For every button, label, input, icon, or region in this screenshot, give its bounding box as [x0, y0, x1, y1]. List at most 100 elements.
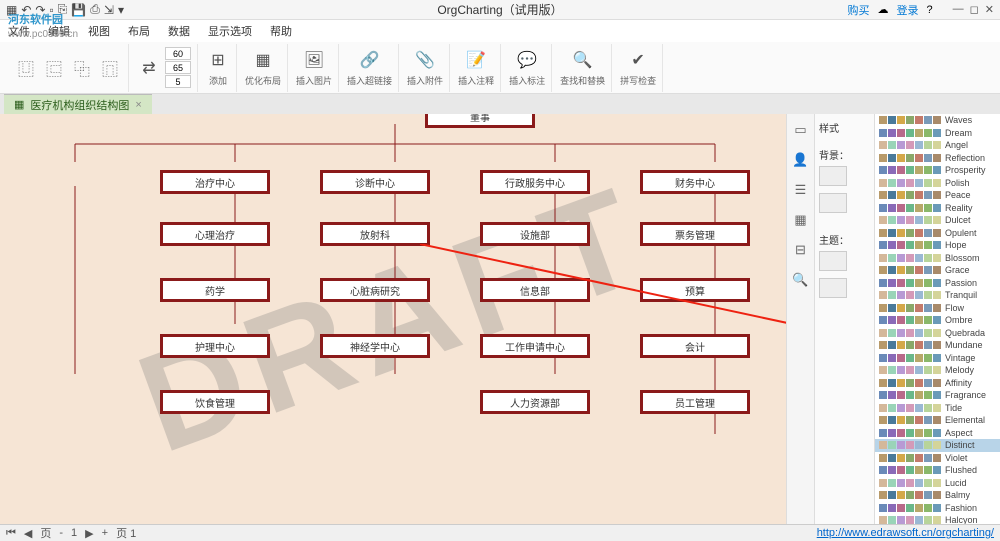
- theme-row[interactable]: Tide: [875, 402, 1000, 415]
- menu-display[interactable]: 显示选项: [208, 23, 252, 39]
- theme-thumb-2[interactable]: [819, 278, 847, 298]
- insert-pic-icon[interactable]: 🖼: [302, 48, 326, 72]
- login-link[interactable]: 登录: [897, 2, 919, 18]
- print-icon[interactable]: ⎙: [90, 2, 100, 17]
- redo-icon[interactable]: ↷: [35, 3, 45, 17]
- card-icon[interactable]: ▭: [791, 120, 811, 140]
- theme-row[interactable]: Passion: [875, 277, 1000, 290]
- close-icon[interactable]: ✕: [985, 3, 994, 16]
- theme-row[interactable]: Flushed: [875, 464, 1000, 477]
- theme-row[interactable]: Dream: [875, 127, 1000, 140]
- footer-link[interactable]: http://www.edrawsoft.cn/orgcharting/: [817, 527, 994, 539]
- more-icon[interactable]: ▾: [118, 3, 124, 17]
- theme-row[interactable]: Peace: [875, 189, 1000, 202]
- layout-tree-icon[interactable]: ⿶: [14, 56, 38, 80]
- org-node[interactable]: 信息部: [480, 278, 590, 302]
- theme-row[interactable]: Violet: [875, 452, 1000, 465]
- tab-close-icon[interactable]: ×: [135, 99, 141, 111]
- tree-icon[interactable]: ⊟: [791, 240, 811, 260]
- org-node[interactable]: 工作申请中心: [480, 334, 590, 358]
- theme-row[interactable]: Balmy: [875, 489, 1000, 502]
- spacing-h[interactable]: [165, 61, 191, 74]
- theme-row[interactable]: Waves: [875, 114, 1000, 127]
- person-icon[interactable]: 👤: [791, 150, 811, 170]
- org-node[interactable]: 票务管理: [640, 222, 750, 246]
- save-icon[interactable]: 💾: [71, 3, 86, 17]
- theme-row[interactable]: Fragrance: [875, 389, 1000, 402]
- document-tab[interactable]: ▦ 医疗机构组织结构图 ×: [4, 94, 152, 115]
- list-icon[interactable]: ☰: [791, 180, 811, 200]
- theme-row[interactable]: Reality: [875, 202, 1000, 215]
- bg-thumb-2[interactable]: [819, 193, 847, 213]
- spacing-w[interactable]: [165, 47, 191, 60]
- theme-row[interactable]: Polish: [875, 177, 1000, 190]
- org-node[interactable]: 行政服务中心: [480, 170, 590, 194]
- theme-row[interactable]: Prosperity: [875, 164, 1000, 177]
- theme-row[interactable]: Reflection: [875, 152, 1000, 165]
- canvas[interactable]: DRAFT 董事治疗中心心理治疗药学护理中心饮食管理诊断中心放射科心脏病研究神经…: [0, 114, 786, 524]
- org-node[interactable]: 护理中心: [160, 334, 270, 358]
- hyperlink-icon[interactable]: 🔗: [358, 48, 382, 72]
- export-icon[interactable]: ⇲: [104, 3, 114, 17]
- theme-row[interactable]: Ombre: [875, 314, 1000, 327]
- org-node[interactable]: 员工管理: [640, 390, 750, 414]
- help-icon[interactable]: ?: [927, 4, 933, 16]
- theme-row[interactable]: Distinct: [875, 439, 1000, 452]
- org-node[interactable]: 会计: [640, 334, 750, 358]
- theme-row[interactable]: Halcyon: [875, 514, 1000, 524]
- org-node[interactable]: 诊断中心: [320, 170, 430, 194]
- open-icon[interactable]: ⎘: [58, 2, 68, 17]
- spacing-icon[interactable]: ⇄: [137, 56, 161, 80]
- spacing-gap[interactable]: [165, 75, 191, 88]
- org-node[interactable]: 心理治疗: [160, 222, 270, 246]
- menu-file[interactable]: 文件: [8, 23, 30, 39]
- page-next-icon[interactable]: ▶: [85, 527, 93, 540]
- menu-view[interactable]: 视图: [88, 23, 110, 39]
- theme-row[interactable]: Elemental: [875, 414, 1000, 427]
- theme-row[interactable]: Aspect: [875, 427, 1000, 440]
- cloud-icon[interactable]: ☁: [878, 3, 889, 16]
- theme-row[interactable]: Mundane: [875, 339, 1000, 352]
- comment-icon[interactable]: 💬: [515, 48, 539, 72]
- org-node[interactable]: 预算: [640, 278, 750, 302]
- page-prev-icon[interactable]: ◀: [24, 527, 32, 540]
- search-side-icon[interactable]: 🔍: [791, 270, 811, 290]
- theme-row[interactable]: Flow: [875, 302, 1000, 315]
- org-node[interactable]: 治疗中心: [160, 170, 270, 194]
- optimize-icon[interactable]: ▦: [251, 48, 275, 72]
- org-node[interactable]: 神经学中心: [320, 334, 430, 358]
- find-icon[interactable]: 🔍: [571, 48, 595, 72]
- menu-data[interactable]: 数据: [168, 23, 190, 39]
- theme-row[interactable]: Blossom: [875, 252, 1000, 265]
- org-node[interactable]: 设施部: [480, 222, 590, 246]
- note-icon[interactable]: 📝: [464, 48, 488, 72]
- theme-row[interactable]: Vintage: [875, 352, 1000, 365]
- menu-help[interactable]: 帮助: [270, 23, 292, 39]
- buy-link[interactable]: 购买: [848, 2, 870, 18]
- theme-row[interactable]: Opulent: [875, 227, 1000, 240]
- table-icon[interactable]: ▦: [791, 210, 811, 230]
- theme-row[interactable]: Tranquil: [875, 289, 1000, 302]
- theme-row[interactable]: Affinity: [875, 377, 1000, 390]
- org-node[interactable]: 心脏病研究: [320, 278, 430, 302]
- theme-thumb-1[interactable]: [819, 251, 847, 271]
- theme-row[interactable]: Hope: [875, 239, 1000, 252]
- layout-horiz-icon[interactable]: ⿵: [98, 56, 122, 80]
- minimize-icon[interactable]: —: [953, 3, 964, 16]
- layout-left-icon[interactable]: ⿷: [42, 56, 66, 80]
- page-first-icon[interactable]: ⏮: [6, 527, 16, 540]
- new-icon[interactable]: ▫: [49, 3, 53, 17]
- layout-both-icon[interactable]: ⿻: [70, 56, 94, 80]
- menu-edit[interactable]: 编辑: [48, 23, 70, 39]
- theme-row[interactable]: Angel: [875, 139, 1000, 152]
- undo-icon[interactable]: ↶: [21, 3, 31, 17]
- org-node[interactable]: 放射科: [320, 222, 430, 246]
- attachment-icon[interactable]: 📎: [413, 48, 437, 72]
- org-node[interactable]: 饮食管理: [160, 390, 270, 414]
- menu-layout[interactable]: 布局: [128, 23, 150, 39]
- page-add-icon[interactable]: +: [102, 527, 108, 539]
- theme-row[interactable]: Grace: [875, 264, 1000, 277]
- theme-row[interactable]: Lucid: [875, 477, 1000, 490]
- bg-thumb-1[interactable]: [819, 166, 847, 186]
- theme-row[interactable]: Dulcet: [875, 214, 1000, 227]
